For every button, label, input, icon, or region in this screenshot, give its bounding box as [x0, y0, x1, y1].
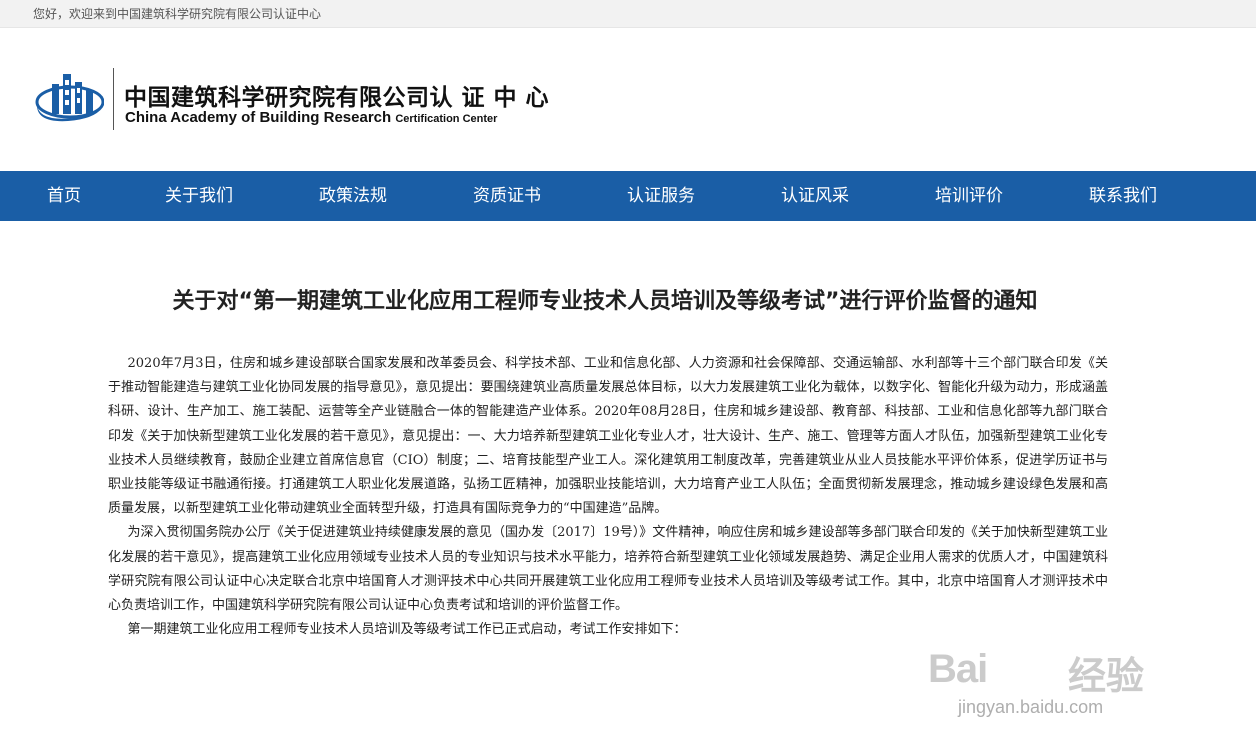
watermark-brand: Bai	[928, 647, 988, 691]
logo-chinese-name[interactable]: 中国建筑科学研究院有限公司认 证 中 心	[124, 78, 549, 112]
cabr-logo-icon[interactable]	[34, 72, 104, 124]
article-title: 关于对“第一期建筑工业化应用工程师专业技术人员培训及等级考试”进行评价监督的通知	[172, 289, 1038, 314]
logo-english-main: China Academy of Building Research	[125, 109, 396, 126]
nav-item-certificates[interactable]: 资质证书	[473, 171, 541, 221]
site-header: 中国建筑科学研究院有限公司认 证 中 心 China Academy of Bu…	[0, 28, 1256, 171]
welcome-text: 您好，欢迎来到中国建筑科学研究院有限公司认证中心	[33, 7, 322, 21]
nav-item-training[interactable]: 培训评价	[935, 171, 1003, 221]
top-welcome-bar: 您好，欢迎来到中国建筑科学研究院有限公司认证中心	[0, 0, 1256, 28]
logo-divider	[113, 68, 114, 130]
main-navigation: 首页 关于我们 政策法规 资质证书 认证服务 认证风采 培训评价 联系我们	[0, 171, 1256, 221]
watermark-brand-cn: 经验	[1068, 654, 1145, 698]
nav-item-showcase[interactable]: 认证风采	[781, 171, 849, 221]
nav-item-contact[interactable]: 联系我们	[1089, 171, 1157, 221]
watermark-url: jingyan.baidu.com	[958, 697, 1104, 717]
article-paragraph: 为深入贯彻国务院办公厅《关于促进建筑业持续健康发展的意见（国办发〔2017〕19…	[108, 525, 1108, 614]
baidu-jingyan-watermark: Bai 经验 jingyan.baidu.com	[928, 635, 1198, 745]
logo-english-name[interactable]: China Academy of Building Research Certi…	[125, 109, 497, 126]
article-paragraph: 2020年7月3日，住房和城乡建设部联合国家发展和改革委员会、科学技术部、工业和…	[108, 356, 1108, 517]
logo-english-small: Certification Center	[395, 113, 498, 125]
nav-item-about[interactable]: 关于我们	[165, 171, 233, 221]
nav-item-policies[interactable]: 政策法规	[319, 171, 387, 221]
nav-item-services[interactable]: 认证服务	[627, 171, 695, 221]
nav-item-home[interactable]: 首页	[47, 171, 81, 221]
article-paragraph: 第一期建筑工业化应用工程师专业技术人员培训及等级考试工作已正式启动，考试工作安排…	[127, 622, 687, 638]
article-body: 2020年7月3日，住房和城乡建设部联合国家发展和改革委员会、科学技术部、工业和…	[108, 352, 1108, 642]
